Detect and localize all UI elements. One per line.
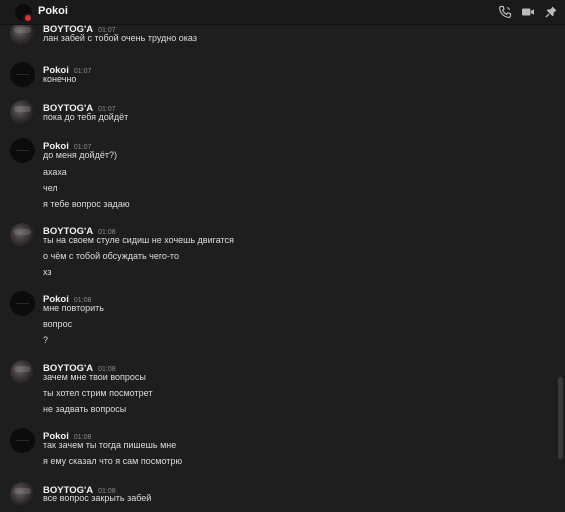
avatar[interactable] (10, 482, 35, 507)
scrollbar[interactable] (558, 25, 563, 512)
pin-icon[interactable] (544, 5, 558, 19)
message-text: так зачем ты тогда пишешь мне (43, 440, 177, 450)
avatar[interactable] (10, 62, 35, 87)
message-text: лан забей с тобой очень трудно оказ (43, 33, 197, 43)
avatar[interactable] (10, 138, 35, 163)
message-text: конечно (43, 74, 77, 84)
avatar[interactable] (15, 4, 33, 23)
scrollbar-thumb[interactable] (558, 377, 563, 459)
chat-header: Pokoi (0, 0, 565, 25)
message-text: чел (43, 183, 58, 193)
channel-title: Pokoi (38, 5, 68, 17)
avatar[interactable] (10, 25, 35, 46)
message-text: зачем мне твои вопросы (43, 372, 146, 382)
message-text: ахаха (43, 167, 67, 177)
avatar[interactable] (10, 428, 35, 453)
message-text: хз (43, 267, 52, 277)
status-dot (23, 13, 33, 23)
timestamp: 01:07 (73, 68, 92, 75)
message-text: до меня дойдёт?) (43, 150, 117, 160)
message-text: не задвать вопросы (43, 404, 127, 414)
message-text: пока до тебя дойдёт (43, 112, 129, 122)
message-text: я тебе вопрос задаю (43, 199, 130, 209)
message-text: мне повторить (43, 303, 104, 313)
message-list[interactable]: BOYTOG'A 01:07 лан забей с тобой очень тр… (0, 25, 555, 512)
message-text: ты хотел стрим посмотрет (43, 388, 153, 398)
avatar[interactable] (10, 291, 35, 316)
avatar[interactable] (10, 223, 35, 248)
avatar[interactable] (10, 100, 35, 125)
avatar[interactable] (10, 360, 35, 385)
message-text: ? (43, 335, 49, 345)
message-text: о чём с тобой обсуждать чего-то (43, 251, 179, 261)
message-text: все вопрос закрыть забей (43, 493, 152, 503)
video-icon[interactable] (521, 5, 535, 19)
message-text: ты на своем стуле сидиш не хочешь двигат… (43, 235, 234, 245)
message-text: я ему сказал что я сам посмотрю (43, 456, 183, 466)
call-icon[interactable] (498, 5, 512, 19)
message-text: вопрос (43, 319, 73, 329)
